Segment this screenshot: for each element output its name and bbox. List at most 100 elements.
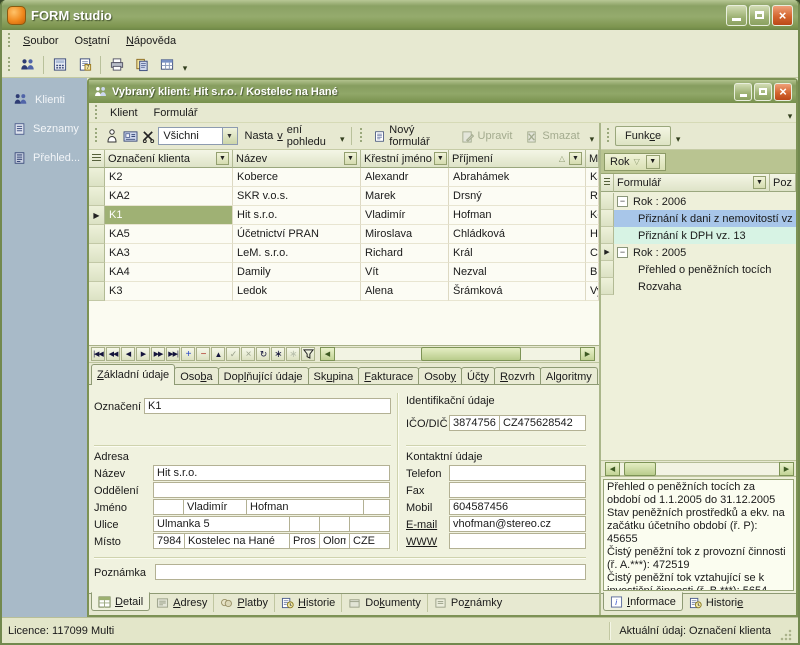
okres-field[interactable]	[289, 533, 320, 549]
column-filter-icon[interactable]: ▼	[344, 152, 357, 165]
tab-osoba[interactable]: Osoba	[174, 367, 218, 385]
table-row[interactable]: KA3 LeM. s.r.o. Richard Král Cheb	[89, 244, 599, 263]
column-filter-icon[interactable]: ▼	[753, 176, 766, 189]
tree-group-row[interactable]: −Rok : 2006	[601, 193, 796, 210]
tab-rozvrh[interactable]: Rozvrh	[494, 367, 541, 385]
first-record-button[interactable]: |◀◀	[91, 347, 105, 361]
col-header-formular[interactable]: Formulář▼	[614, 174, 770, 192]
toolbar-overflow-chevron[interactable]: ▾	[587, 126, 597, 146]
collapse-icon[interactable]: −	[617, 196, 628, 207]
tree-item-row[interactable]: Rozvaha	[601, 278, 796, 295]
row-selector[interactable]	[89, 225, 105, 244]
delete-form-button[interactable]: Smazat	[519, 126, 585, 146]
menu-ostatni[interactable]: Ostatní	[66, 33, 117, 49]
grid-horizontal-scrollbar[interactable]: ◀ ▶	[320, 347, 595, 361]
column-filter-icon[interactable]: ▼	[569, 152, 582, 165]
row-selector[interactable]	[89, 244, 105, 263]
table-row[interactable]: K2 Koberce Alexandr Abrahámek Karv	[89, 168, 599, 187]
row-selector[interactable]	[601, 227, 614, 244]
toolbar-grip[interactable]	[7, 33, 12, 49]
calculator-toolbar-button[interactable]	[47, 54, 72, 76]
row-selector[interactable]	[89, 168, 105, 187]
row-selector[interactable]	[601, 261, 614, 278]
row-selector[interactable]	[89, 187, 105, 206]
scroll-right-button[interactable]: ▶	[779, 462, 794, 476]
cd-field[interactable]	[349, 516, 390, 532]
next-page-button[interactable]: ▶▶	[151, 347, 165, 361]
client-close-button[interactable]: ×	[774, 83, 792, 101]
misto-field[interactable]	[184, 533, 290, 549]
ico-field[interactable]	[449, 415, 500, 431]
co-field[interactable]	[319, 516, 350, 532]
tree-group-row[interactable]: ▶ −Rok : 2005	[601, 244, 796, 261]
toolbar-grip[interactable]	[359, 128, 364, 144]
close-button[interactable]: ×	[772, 5, 793, 26]
mobil-field[interactable]	[449, 499, 586, 515]
menu-soubor[interactable]: Soubor	[15, 33, 66, 49]
view-settings-button[interactable]: Nastavení pohledu	[239, 126, 337, 146]
toolbar-overflow-chevron[interactable]: ▾	[672, 126, 684, 146]
col-header-krestni[interactable]: Křestní jméno▼	[361, 150, 449, 168]
psc-field[interactable]	[153, 533, 185, 549]
nazev-field[interactable]	[153, 465, 390, 481]
menu-formular[interactable]: Formulář	[146, 106, 206, 120]
table-row[interactable]: KA4 Damily Vít Nezval Brno	[89, 263, 599, 282]
insert-record-button[interactable]: +	[181, 347, 195, 361]
tab-historie-form[interactable]: Historie	[683, 593, 749, 612]
print-toolbar-button[interactable]	[104, 54, 129, 76]
tab-detail[interactable]: Detail	[91, 592, 150, 611]
email-link-label[interactable]: E-mail	[406, 519, 437, 531]
forms-toolbar-button[interactable]: 7	[72, 54, 97, 76]
fax-field[interactable]	[449, 482, 586, 498]
person-toolbar-button[interactable]	[103, 125, 120, 147]
cancel-edit-button[interactable]: ×	[241, 347, 255, 361]
new-form-button[interactable]: Nový formulář	[368, 126, 453, 146]
scroll-left-button[interactable]: ◀	[605, 462, 620, 476]
funkce-button[interactable]: Funkce	[615, 126, 671, 146]
minimize-button[interactable]	[726, 5, 747, 26]
row-selector[interactable]	[601, 193, 614, 210]
row-selector[interactable]	[601, 210, 614, 227]
sidebar-item-prehled[interactable]: Přehled...	[2, 151, 87, 165]
scroll-thumb[interactable]	[421, 347, 521, 361]
grid-corner-header[interactable]	[89, 150, 105, 168]
table-row[interactable]: KA5 Účetnictví PRAN Miroslava Chládková …	[89, 225, 599, 244]
table-toolbar-button[interactable]	[154, 54, 179, 76]
row-selector[interactable]	[89, 282, 105, 301]
col-header-oznaceni[interactable]: Označení klienta▼	[105, 150, 233, 168]
tab-osoby[interactable]: Osoby	[418, 367, 462, 385]
toolbar-grip[interactable]	[7, 57, 12, 73]
scroll-track[interactable]	[620, 462, 779, 476]
oznaceni-field[interactable]	[144, 398, 391, 414]
tree-item-row[interactable]: Přehled o peněžních tocích	[601, 261, 796, 278]
group-by-rok-chip[interactable]: Rok ▽ ▼	[604, 153, 666, 171]
col-header-prijmeni[interactable]: Příjmení△▼	[449, 150, 586, 168]
current-row-marker[interactable]: ▶	[601, 244, 614, 261]
dic-field[interactable]	[499, 415, 586, 431]
grid-corner-header[interactable]	[601, 174, 614, 192]
scroll-track[interactable]	[335, 347, 580, 361]
tab-adresy[interactable]: Adresy	[150, 593, 214, 612]
tab-historie[interactable]: Historie	[275, 593, 342, 612]
jmeno-field[interactable]	[183, 499, 247, 515]
poznamka-field[interactable]	[155, 564, 586, 580]
client-card-toolbar-button[interactable]	[121, 125, 138, 147]
combo-arrow-icon[interactable]: ▼	[222, 128, 237, 144]
kraj-field[interactable]	[319, 533, 350, 549]
scroll-left-button[interactable]: ◀	[320, 347, 335, 361]
current-row-marker[interactable]: ▶	[89, 206, 105, 225]
toolbar-grip[interactable]	[606, 128, 611, 144]
tab-skupina[interactable]: Skupina	[308, 367, 360, 385]
menubar-overflow-chevron[interactable]: ▾	[784, 103, 796, 123]
row-selector[interactable]	[601, 278, 614, 295]
tab-algoritmy[interactable]: Algoritmy	[540, 367, 598, 385]
tab-fakturace[interactable]: Fakturace	[358, 367, 419, 385]
oddeleni-field[interactable]	[153, 482, 390, 498]
edit-form-button[interactable]: Upravit	[455, 126, 519, 146]
last-record-button[interactable]: ▶▶|	[166, 347, 180, 361]
tab-zakladni-udaje[interactable]: Základní údaje	[91, 364, 175, 385]
copy-toolbar-button[interactable]	[129, 54, 154, 76]
table-row[interactable]: K3 Ledok Alena Šrámková Vyšk	[89, 282, 599, 301]
client-maximize-button[interactable]	[754, 83, 772, 101]
stat-field[interactable]	[349, 533, 390, 549]
